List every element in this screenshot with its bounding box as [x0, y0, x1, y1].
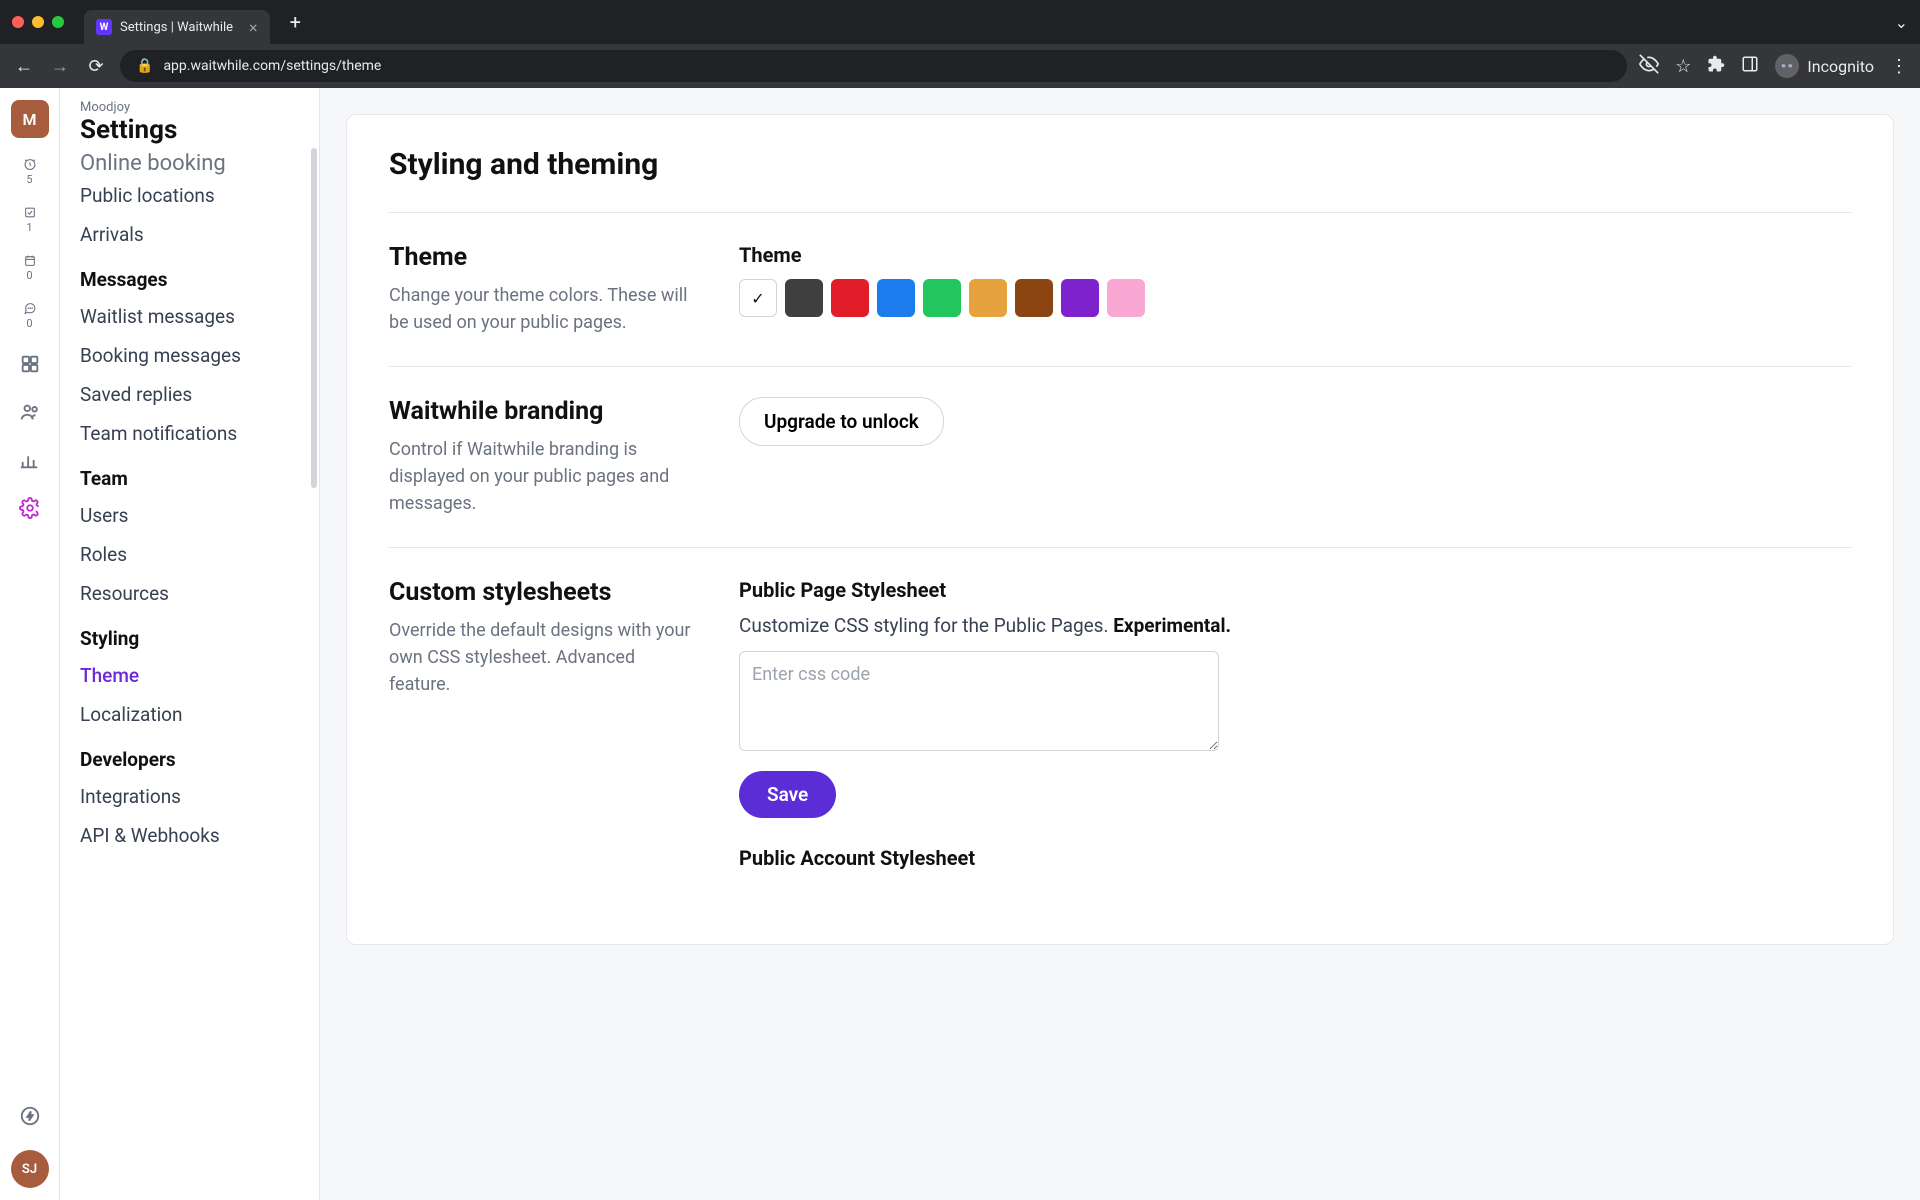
tabs-dropdown-icon[interactable]: ⌄	[1895, 13, 1908, 32]
swatch-red[interactable]	[831, 279, 869, 317]
sidebar-item-public-locations[interactable]: Public locations	[60, 176, 319, 215]
incognito-indicator[interactable]: 👓 Incognito	[1775, 54, 1874, 78]
page-title: Settings	[80, 115, 299, 145]
rail-checkbox-badge: 1	[26, 221, 32, 234]
bookmark-star-icon[interactable]: ☆	[1675, 56, 1691, 77]
sidebar-item-theme[interactable]: Theme	[60, 656, 319, 695]
swatch-dark[interactable]	[785, 279, 823, 317]
maximize-window[interactable]	[52, 16, 64, 28]
sidebar-item-team-notifications[interactable]: Team notifications	[60, 414, 319, 453]
theme-desc: Change your theme colors. These will be …	[389, 282, 699, 336]
new-tab-button[interactable]: +	[290, 10, 301, 34]
swatch-orange[interactable]	[969, 279, 1007, 317]
upgrade-button[interactable]: Upgrade to unlock	[739, 397, 944, 446]
rail-analytics-icon[interactable]	[16, 446, 44, 474]
icon-rail: M 5 1 0 0 SJ	[0, 88, 60, 1200]
settings-sidebar: Moodjoy Settings Online booking Public l…	[60, 88, 320, 1200]
theme-field-label: Theme	[739, 243, 1851, 267]
public-css-desc: Customize CSS styling for the Public Pag…	[739, 614, 1851, 637]
browser-tab[interactable]: W Settings | Waitwhile ×	[84, 10, 270, 44]
swatch-white[interactable]: ✓	[739, 279, 777, 317]
section-custom-css: Custom stylesheets Override the default …	[389, 547, 1851, 912]
sidebar-item-cutoff[interactable]: Online booking	[60, 151, 319, 176]
rail-zap-icon[interactable]	[16, 1102, 44, 1130]
incognito-icon: 👓	[1775, 54, 1799, 78]
branding-desc: Control if Waitwhile branding is display…	[389, 436, 699, 517]
rail-checkbox-icon[interactable]: 1	[16, 206, 44, 234]
card-title: Styling and theming	[389, 147, 1851, 182]
eye-off-icon[interactable]	[1639, 54, 1659, 79]
save-button[interactable]: Save	[739, 771, 836, 818]
theme-heading: Theme	[389, 243, 699, 272]
panel-icon[interactable]	[1741, 55, 1759, 78]
rail-chat-badge: 0	[26, 317, 32, 330]
settings-card: Styling and theming Theme Change your th…	[346, 114, 1894, 945]
menu-icon[interactable]: ⋮	[1890, 56, 1908, 77]
public-css-label: Public Page Stylesheet	[739, 578, 1851, 602]
sidebar-item-roles[interactable]: Roles	[60, 535, 319, 574]
incognito-label: Incognito	[1807, 57, 1874, 76]
url-text: app.waitwhile.com/settings/theme	[163, 58, 381, 74]
css-heading: Custom stylesheets	[389, 578, 699, 607]
reload-button[interactable]: ⟳	[84, 56, 108, 77]
sidebar-section-styling: Styling	[60, 613, 319, 656]
user-avatar[interactable]: SJ	[11, 1150, 49, 1188]
breadcrumb[interactable]: Moodjoy	[80, 100, 299, 115]
section-theme: Theme Change your theme colors. These wi…	[389, 212, 1851, 366]
minimize-window[interactable]	[32, 16, 44, 28]
tab-title: Settings | Waitwhile	[120, 20, 233, 35]
theme-swatches: ✓	[739, 279, 1851, 317]
rail-apps-icon[interactable]	[16, 350, 44, 378]
branding-heading: Waitwhile branding	[389, 397, 699, 426]
sidebar-item-users[interactable]: Users	[60, 496, 319, 535]
sidebar-item-arrivals[interactable]: Arrivals	[60, 215, 319, 254]
rail-calendar-badge: 0	[26, 269, 32, 282]
close-window[interactable]	[12, 16, 24, 28]
close-tab-icon[interactable]: ×	[249, 18, 258, 37]
swatch-purple[interactable]	[1061, 279, 1099, 317]
sidebar-item-resources[interactable]: Resources	[60, 574, 319, 613]
sidebar-item-booking-messages[interactable]: Booking messages	[60, 336, 319, 375]
sidebar-scrollbar[interactable]	[311, 148, 317, 488]
forward-button[interactable]: →	[48, 56, 72, 77]
rail-settings-icon[interactable]	[16, 494, 44, 522]
main-content: Styling and theming Theme Change your th…	[320, 88, 1920, 1200]
rail-chat-icon[interactable]: 0	[16, 302, 44, 330]
swatch-pink[interactable]	[1107, 279, 1145, 317]
account-css-label: Public Account Stylesheet	[739, 846, 1851, 870]
swatch-blue[interactable]	[877, 279, 915, 317]
sidebar-item-api-webhooks[interactable]: API & Webhooks	[60, 816, 319, 855]
extensions-icon[interactable]	[1707, 55, 1725, 78]
sidebar-section-team: Team	[60, 453, 319, 496]
swatch-green[interactable]	[923, 279, 961, 317]
window-controls[interactable]	[12, 16, 64, 28]
css-desc: Override the default designs with your o…	[389, 617, 699, 698]
rail-clock-badge: 5	[26, 173, 32, 186]
sidebar-item-localization[interactable]: Localization	[60, 695, 319, 734]
section-branding: Waitwhile branding Control if Waitwhile …	[389, 366, 1851, 547]
sidebar-section-messages: Messages	[60, 254, 319, 297]
rail-calendar-icon[interactable]: 0	[16, 254, 44, 282]
public-css-textarea[interactable]	[739, 651, 1219, 751]
rail-users-icon[interactable]	[16, 398, 44, 426]
swatch-brown[interactable]	[1015, 279, 1053, 317]
sidebar-item-integrations[interactable]: Integrations	[60, 777, 319, 816]
lock-icon: 🔒	[136, 58, 153, 74]
address-bar[interactable]: 🔒 app.waitwhile.com/settings/theme	[120, 50, 1627, 82]
sidebar-item-saved-replies[interactable]: Saved replies	[60, 375, 319, 414]
workspace-avatar[interactable]: M	[11, 100, 49, 138]
sidebar-section-developers: Developers	[60, 734, 319, 777]
tab-favicon: W	[96, 19, 112, 35]
sidebar-item-waitlist-messages[interactable]: Waitlist messages	[60, 297, 319, 336]
rail-clock-icon[interactable]: 5	[16, 158, 44, 186]
back-button[interactable]: ←	[12, 56, 36, 77]
